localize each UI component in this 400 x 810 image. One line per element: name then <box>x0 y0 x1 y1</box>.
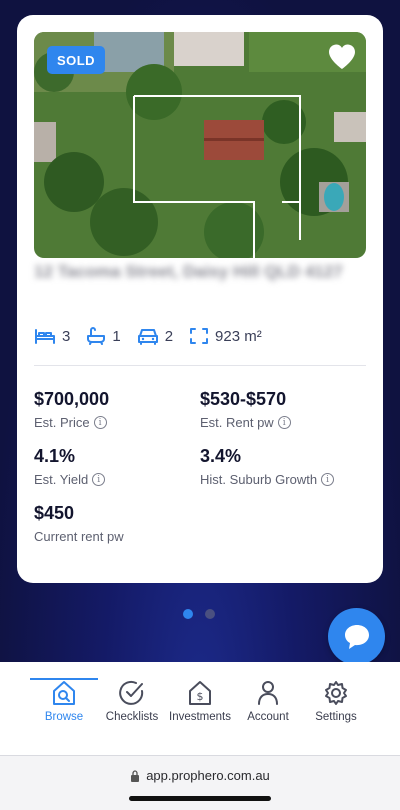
tab-settings-label: Settings <box>315 711 357 723</box>
rent-label: Est. Rent pw <box>200 415 274 430</box>
price-stat: $700,000 Est. Price i <box>34 388 109 430</box>
sold-badge: SOLD <box>47 46 105 74</box>
person-icon <box>258 681 278 705</box>
beds-count: 3 <box>62 327 71 345</box>
car-icon <box>137 329 158 345</box>
check-circle-icon <box>119 680 144 705</box>
baths-count: 1 <box>112 327 121 345</box>
cars-feature: 2 <box>137 327 173 345</box>
property-photo[interactable]: SOLD <box>34 32 366 258</box>
rent-stat: $530-$570 Est. Rent pw i <box>200 388 291 430</box>
growth-value: 3.4% <box>200 446 242 466</box>
bath-icon <box>87 327 106 345</box>
info-icon[interactable]: i <box>92 473 106 486</box>
pagination-dots <box>183 609 227 619</box>
land-size-icon <box>190 328 209 344</box>
current-rent-label: Current rent pw <box>34 529 124 544</box>
url-text: app.prophero.com.au <box>146 768 270 783</box>
price-value: $700,000 <box>34 389 110 409</box>
pagination-dot[interactable] <box>205 609 215 619</box>
yield-value: 4.1% <box>34 446 76 466</box>
browser-url-bar[interactable]: app.prophero.com.au <box>0 756 400 810</box>
land-size: 923 m² <box>215 327 262 345</box>
svg-text:$: $ <box>197 690 204 703</box>
current-rent-value: $450 <box>34 503 75 523</box>
house-search-icon <box>53 681 75 705</box>
heart-icon[interactable] <box>328 44 356 70</box>
rent-value: $530-$570 <box>200 389 287 409</box>
yield-label: Est. Yield <box>34 472 89 487</box>
yield-stat: 4.1% Est. Yield i <box>34 445 106 487</box>
growth-label: Hist. Suburb Growth <box>200 472 318 487</box>
gear-icon <box>325 681 347 705</box>
pagination-dot-active[interactable] <box>183 609 193 619</box>
price-label: Est. Price <box>34 415 90 430</box>
property-address: 12 Tacoma Street, Daisy Hill QLD 4127 <box>34 262 343 281</box>
bed-icon <box>35 329 55 344</box>
lock-icon <box>131 769 140 782</box>
divider <box>34 365 366 366</box>
cars-count: 2 <box>164 327 174 345</box>
tab-settings[interactable]: Settings <box>296 678 376 723</box>
land-feature: 923 m² <box>189 327 262 345</box>
beds-feature: 3 <box>34 327 70 345</box>
house-dollar-icon: $ <box>189 681 211 705</box>
baths-feature: 1 <box>86 327 121 345</box>
info-icon[interactable]: i <box>277 416 291 429</box>
info-icon[interactable]: i <box>93 416 107 429</box>
chat-bubble-icon <box>344 624 369 649</box>
property-card[interactable]: SOLD 12 Tacoma Street, Daisy Hill QLD 41… <box>17 15 383 583</box>
info-icon[interactable]: i <box>321 473 335 486</box>
growth-stat: 3.4% Hist. Suburb Growth i <box>200 445 335 487</box>
chat-button[interactable] <box>328 608 385 665</box>
home-indicator[interactable] <box>129 796 271 801</box>
current-rent-stat: $450 Current rent pw <box>34 502 124 544</box>
property-features: 3 1 2 923 m² <box>34 323 278 349</box>
bottom-tab-bar: Browse Checklists $ Investments Account <box>0 662 400 756</box>
